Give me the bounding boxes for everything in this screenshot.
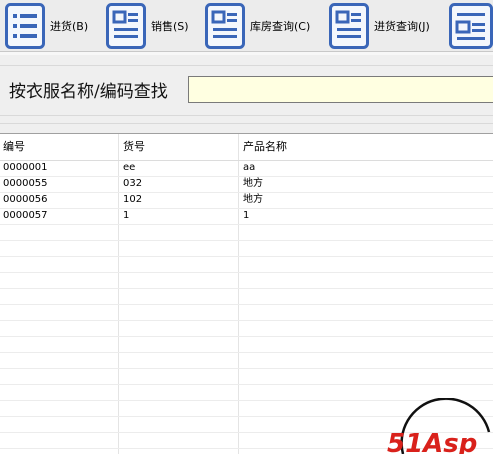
inventory-query-button[interactable]: 库房查询(C)	[205, 0, 310, 51]
inventory-query-button-label: 库房查询(C)	[250, 19, 311, 33]
row-divider	[0, 288, 493, 289]
purchase-button[interactable]: 进货(B)	[5, 0, 88, 51]
column-header-item-no[interactable]: 货号	[120, 134, 238, 160]
table-cell-id[interactable]: 0000055	[0, 176, 48, 192]
table-cell-product-name[interactable]: aa	[240, 160, 255, 176]
panel-line	[0, 65, 493, 66]
table-cell-id[interactable]: 0000001	[0, 160, 48, 176]
table-cell-product-name[interactable]: 地方	[240, 176, 263, 192]
document-icon	[106, 2, 146, 49]
table-cell-item-no[interactable]: 032	[120, 176, 142, 192]
sales-button-label: 销售(S)	[151, 19, 189, 33]
row-divider	[0, 240, 493, 241]
purchase-query-button-label: 进货查询(J)	[374, 19, 430, 33]
sales-button[interactable]: 销售(S)	[106, 0, 189, 51]
table-cell-item-no[interactable]: 1	[120, 208, 129, 224]
table-cell-product-name[interactable]: 地方	[240, 192, 263, 208]
search-panel: 按衣服名称/编码查找	[0, 55, 493, 133]
purchase-button-label: 进货(B)	[50, 19, 89, 33]
document-list-icon	[5, 2, 45, 49]
row-divider	[0, 176, 493, 177]
table-cell-product-name[interactable]: 1	[240, 208, 249, 224]
row-divider	[0, 304, 493, 305]
table-cell-id[interactable]: 0000057	[0, 208, 48, 224]
toolbar: 进货(B) 销售(S) 库房查询(C) 进货查询(J)	[0, 0, 493, 51]
panel-line	[0, 123, 493, 124]
row-divider	[0, 352, 493, 353]
row-divider	[0, 384, 493, 385]
row-divider	[0, 256, 493, 257]
column-divider	[238, 134, 239, 454]
document-icon	[329, 2, 369, 49]
column-header-product-name[interactable]: 产品名称	[240, 134, 493, 160]
panel-line	[0, 115, 493, 116]
row-divider	[0, 336, 493, 337]
row-divider	[0, 320, 493, 321]
form-button[interactable]	[449, 0, 493, 51]
form-icon	[449, 2, 493, 49]
column-header-id[interactable]: 编号	[0, 134, 118, 160]
row-divider	[0, 224, 493, 225]
row-divider	[0, 272, 493, 273]
search-input[interactable]	[188, 76, 493, 103]
row-divider	[0, 208, 493, 209]
row-divider	[0, 368, 493, 369]
table-cell-item-no[interactable]: ee	[120, 160, 135, 176]
column-divider	[118, 134, 119, 454]
document-icon	[205, 2, 245, 49]
row-divider	[0, 192, 493, 193]
purchase-query-button[interactable]: 进货查询(J)	[329, 0, 430, 51]
watermark-arc-icon: 51Asp	[387, 398, 491, 454]
watermark-logo: 51Asp	[385, 398, 493, 454]
table-cell-id[interactable]: 0000056	[0, 192, 48, 208]
watermark-text: 51Asp	[387, 429, 477, 454]
table-cell-item-no[interactable]: 102	[120, 192, 142, 208]
search-label: 按衣服名称/编码查找	[9, 82, 168, 102]
